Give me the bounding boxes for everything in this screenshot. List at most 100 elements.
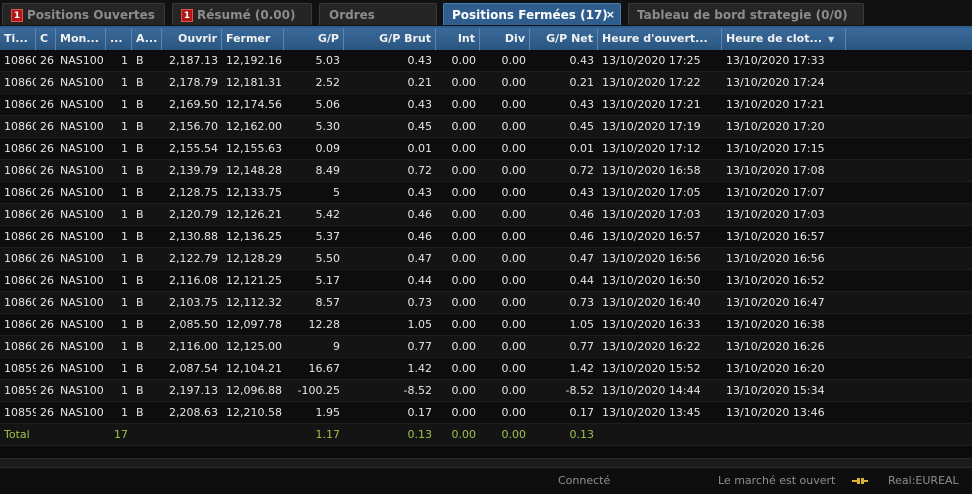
table-row[interactable]: 10860 26 NAS100 1 B 2,155.54 12,155.63 0.09 0.01… bbox=[0, 138, 972, 160]
c-cell: 26 bbox=[40, 54, 54, 67]
close-price-cell: 12,155.63 bbox=[226, 142, 282, 155]
gp-net-cell: 0.73 bbox=[569, 296, 595, 309]
table-row[interactable]: 10860 26 NAS100 1 B 2,085.50 12,097.78 12.28 1.0… bbox=[0, 314, 972, 336]
close-price-cell: 12,174.56 bbox=[226, 98, 282, 111]
instrument-cell: NAS100 bbox=[60, 384, 104, 397]
column-header[interactable]: ... bbox=[106, 28, 132, 50]
column-header[interactable]: Int bbox=[436, 28, 480, 50]
column-header[interactable]: G/P Brut bbox=[344, 28, 436, 50]
open-time-cell: 13/10/2020 17:03 bbox=[602, 208, 701, 221]
div-cell: 0.00 bbox=[501, 362, 527, 375]
c-cell: 26 bbox=[40, 208, 54, 221]
instrument-cell: NAS100 bbox=[60, 296, 104, 309]
horizontal-scrollbar[interactable] bbox=[0, 458, 972, 468]
total-gp-net-cell: 0.13 bbox=[569, 428, 595, 441]
ticket-cell: 10860 bbox=[4, 98, 36, 111]
alert-badge-icon: 1 bbox=[11, 9, 23, 22]
div-cell: 0.00 bbox=[501, 120, 527, 133]
action-cell: B bbox=[136, 54, 144, 67]
open-price-cell: 2,122.79 bbox=[169, 252, 218, 265]
quantity-cell: 1 bbox=[121, 318, 128, 331]
gp-brut-cell: 0.46 bbox=[407, 208, 433, 221]
table-row[interactable]: 10860 26 NAS100 1 B 2,169.50 12,174.56 5.06 0.43… bbox=[0, 94, 972, 116]
ticket-cell: 10860 bbox=[4, 186, 36, 199]
div-cell: 0.00 bbox=[501, 318, 527, 331]
table-row[interactable]: 10859 26 NAS100 1 B 2,087.54 12,104.21 16.67 1.4… bbox=[0, 358, 972, 380]
instrument-cell: NAS100 bbox=[60, 186, 104, 199]
table-row[interactable]: 10859 26 NAS100 1 B 2,197.13 12,096.88 -100.25 -… bbox=[0, 380, 972, 402]
close-icon[interactable]: × bbox=[606, 4, 615, 25]
account-label: Real:EUREAL bbox=[888, 474, 959, 487]
plug-icon bbox=[852, 478, 868, 484]
connection-status: Connecté bbox=[558, 474, 611, 487]
gp-cell: 16.67 bbox=[308, 362, 341, 375]
instrument-cell: NAS100 bbox=[60, 142, 104, 155]
int-cell: 0.00 bbox=[451, 142, 477, 155]
column-header[interactable]: C bbox=[36, 28, 56, 50]
open-price-cell: 2,085.50 bbox=[169, 318, 218, 331]
open-price-cell: 2,187.13 bbox=[169, 54, 218, 67]
table-row[interactable]: 10860 26 NAS100 1 B 2,116.08 12,121.25 5.17 0.44… bbox=[0, 270, 972, 292]
tab-label: Résumé (0.00) bbox=[197, 8, 296, 22]
table-row[interactable]: 10860 26 NAS100 1 B 2,120.79 12,126.21 5.42 0.46… bbox=[0, 204, 972, 226]
table-row[interactable]: 10860 26 NAS100 1 B 2,103.75 12,112.32 8.57 0.73… bbox=[0, 292, 972, 314]
quantity-cell: 1 bbox=[121, 186, 128, 199]
close-price-cell: 12,128.29 bbox=[226, 252, 282, 265]
div-cell: 0.00 bbox=[501, 274, 527, 287]
gp-brut-cell: 1.42 bbox=[407, 362, 433, 375]
close-price-cell: 12,162.00 bbox=[226, 120, 282, 133]
open-price-cell: 2,178.79 bbox=[169, 76, 218, 89]
instrument-cell: NAS100 bbox=[60, 252, 104, 265]
gp-brut-cell: -8.52 bbox=[403, 384, 432, 397]
quantity-cell: 1 bbox=[121, 340, 128, 353]
column-header[interactable]: Ouvrir bbox=[162, 28, 222, 50]
table-row[interactable]: 10860 26 NAS100 1 B 2,128.75 12,133.75 5 0.43 0.0… bbox=[0, 182, 972, 204]
close-price-cell: 12,125.00 bbox=[226, 340, 282, 353]
c-cell: 26 bbox=[40, 76, 54, 89]
tab-tableau-de-bord[interactable]: Tableau de bord strategie (0/0) bbox=[628, 3, 864, 25]
quantity-cell: 1 bbox=[121, 76, 128, 89]
table-row[interactable]: 10860 26 NAS100 1 B 2,139.79 12,148.28 8.49 0.72… bbox=[0, 160, 972, 182]
close-price-cell: 12,136.25 bbox=[226, 230, 282, 243]
close-price-cell: 12,097.78 bbox=[226, 318, 282, 331]
column-header[interactable]: Fermer bbox=[222, 28, 284, 50]
total-int-cell: 0.00 bbox=[451, 428, 477, 441]
tab-positions-fermees[interactable]: Positions Fermées (17) × bbox=[443, 3, 621, 25]
ticket-cell: 10859 bbox=[4, 384, 36, 397]
close-price-cell: 12,112.32 bbox=[226, 296, 282, 309]
gp-cell: -100.25 bbox=[297, 384, 340, 397]
div-cell: 0.00 bbox=[501, 296, 527, 309]
gp-net-cell: 0.17 bbox=[569, 406, 595, 419]
column-header[interactable]: A... bbox=[132, 28, 162, 50]
table-row[interactable]: 10860 26 NAS100 1 B 2,122.79 12,128.29 5.50 0.47… bbox=[0, 248, 972, 270]
column-header[interactable]: G/P Net bbox=[530, 28, 598, 50]
table-row[interactable]: 10860 26 NAS100 1 B 2,116.00 12,125.00 9 0.77 0.0… bbox=[0, 336, 972, 358]
total-div-cell: 0.00 bbox=[501, 428, 527, 441]
gp-cell: 2.52 bbox=[315, 76, 341, 89]
table-row[interactable]: 10860 26 NAS100 1 B 2,130.88 12,136.25 5.37 0.46… bbox=[0, 226, 972, 248]
column-header[interactable]: Heure d'ouvert... bbox=[598, 28, 722, 50]
int-cell: 0.00 bbox=[451, 98, 477, 111]
table-row[interactable]: 10860 26 NAS100 1 B 2,178.79 12,181.31 2.52 0.21… bbox=[0, 72, 972, 94]
instrument-cell: NAS100 bbox=[60, 164, 104, 177]
ticket-cell: 10860 bbox=[4, 54, 36, 67]
tab-ordres[interactable]: Ordres bbox=[319, 3, 437, 25]
quantity-cell: 1 bbox=[121, 274, 128, 287]
ticket-cell: 10860 bbox=[4, 164, 36, 177]
gp-cell: 5 bbox=[333, 186, 340, 199]
column-header[interactable]: G/P bbox=[284, 28, 344, 50]
open-time-cell: 13/10/2020 17:05 bbox=[602, 186, 701, 199]
column-header[interactable]: Heure de clot... ▼ bbox=[722, 28, 846, 50]
instrument-cell: NAS100 bbox=[60, 340, 104, 353]
table-row[interactable]: 10859 26 NAS100 1 B 2,208.63 12,210.58 1.95 0.17… bbox=[0, 402, 972, 424]
table-row[interactable]: 10860 26 NAS100 1 B 2,156.70 12,162.00 5.30 0.45… bbox=[0, 116, 972, 138]
column-header[interactable]: Div bbox=[480, 28, 530, 50]
table-row[interactable]: 10860 26 NAS100 1 B 2,187.13 12,192.16 5.03 0.43… bbox=[0, 50, 972, 72]
tab-resume[interactable]: 1 Résumé (0.00) bbox=[172, 3, 312, 25]
tab-positions-ouvertes[interactable]: 1 Positions Ouvertes bbox=[2, 3, 165, 25]
open-time-cell: 13/10/2020 16:58 bbox=[602, 164, 701, 177]
c-cell: 26 bbox=[40, 296, 54, 309]
div-cell: 0.00 bbox=[501, 384, 527, 397]
column-header[interactable]: Mon... bbox=[56, 28, 106, 50]
column-header[interactable]: Ti... bbox=[0, 28, 36, 50]
